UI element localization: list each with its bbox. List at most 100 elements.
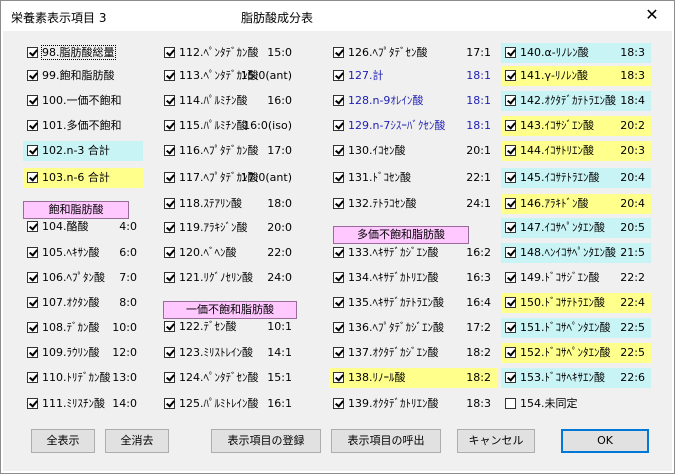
- checkbox-column4-item[interactable]: 153.ﾄﾞｺｻﾍｷｻｴﾝ酸 22:6: [501, 368, 651, 388]
- checkbox-column4-item[interactable]: 142.ｵｸﾀﾃﾞｶﾃﾄﾗｴﾝ酸 18:4: [501, 91, 651, 111]
- checkbox-column4-item[interactable]: 154.未同定: [501, 394, 651, 414]
- checkbox-column1-item[interactable]: 98.脂肪酸総量: [23, 43, 143, 63]
- checkbox-checked-icon[interactable]: [164, 371, 175, 383]
- checkbox-checked-icon[interactable]: [27, 171, 38, 183]
- checkbox-column4-item[interactable]: 148.ﾍﾝｲｺｻﾍﾟﾝﾀｴﾝ酸 21:5: [501, 243, 651, 263]
- checkbox-column4-item[interactable]: 152.ﾄﾞｺｻﾍﾟﾝﾀｴﾝ酸 22:5: [501, 343, 651, 363]
- checkbox-column3-item[interactable]: 133.ﾍｷｻﾃﾞｶｼﾞｴﾝ酸 16:2: [329, 243, 497, 263]
- checkbox-column1-item[interactable]: 99.飽和脂肪酸: [23, 66, 143, 86]
- checkbox-column2-item[interactable]: 117.ﾍﾌﾟﾀﾃﾞｶﾝ酸 17:0(ant): [160, 168, 298, 188]
- checkbox-checked-icon[interactable]: [27, 321, 38, 333]
- checkbox-column3-item[interactable]: 130.ｲｺｾﾝ酸 20:1: [329, 141, 497, 161]
- checkbox-column3-item[interactable]: 135.ﾍｷｻﾃﾞｶﾃﾄﾗｴﾝ酸 16:4: [329, 293, 497, 313]
- checkbox-checked-icon[interactable]: [27, 346, 38, 358]
- checkbox-checked-icon[interactable]: [505, 69, 516, 81]
- checkbox-checked-icon[interactable]: [505, 119, 516, 131]
- checkbox-column3-item[interactable]: 128.n-9ｵﾚｲﾝ酸 18:1: [329, 91, 497, 111]
- checkbox-checked-icon[interactable]: [505, 371, 516, 383]
- checkbox-checked-icon[interactable]: [333, 321, 344, 333]
- checkbox-checked-icon[interactable]: [164, 221, 175, 233]
- checkbox-column4-item[interactable]: 150.ﾄﾞｺｻﾃﾄﾗｴﾝ酸 22:4: [501, 293, 651, 313]
- checkbox-column2-item[interactable]: 120.ﾍﾞﾍﾝ酸 22:0: [160, 243, 298, 263]
- checkbox-checked-icon[interactable]: [333, 246, 344, 258]
- checkbox-checked-icon[interactable]: [27, 220, 38, 232]
- checkbox-checked-icon[interactable]: [333, 346, 344, 358]
- checkbox-column2-item[interactable]: 119.ｱﾗｷｼﾞﾝ酸 20:0: [160, 218, 298, 238]
- checkbox-checked-icon[interactable]: [333, 296, 344, 308]
- checkbox-column4-item[interactable]: 141.γ-ﾘﾉﾚﾝ酸 18:3: [501, 66, 651, 86]
- checkbox-column2-item[interactable]: 125.ﾊﾟﾙﾐﾄﾚｲﾝ酸 16:1: [160, 394, 298, 414]
- cancel-button[interactable]: キャンセル: [457, 429, 535, 453]
- checkbox-column4-item[interactable]: 144.ｲｺｻﾄﾘｴﾝ酸 20:3: [501, 141, 651, 161]
- checkbox-column1-item[interactable]: 101.多価不飽和: [23, 116, 143, 136]
- checkbox-column2-item[interactable]: 124.ﾍﾟﾝﾀﾃﾞｾﾝ酸 15:1: [160, 368, 298, 388]
- checkbox-checked-icon[interactable]: [27, 119, 38, 131]
- checkbox-column4-item[interactable]: 145.ｲｺｻﾃﾄﾗｴﾝ酸 20:4: [501, 168, 651, 188]
- checkbox-column1-item[interactable]: 105.ﾍｷｻﾝ酸 6:0: [23, 243, 143, 263]
- checkbox-checked-icon[interactable]: [505, 46, 516, 58]
- checkbox-column1-item[interactable]: 106.ﾍﾌﾟﾀﾝ酸 7:0: [23, 268, 143, 288]
- checkbox-checked-icon[interactable]: [333, 94, 344, 106]
- checkbox-column1-item[interactable]: 100.一価不飽和: [23, 91, 143, 111]
- checkbox-checked-icon[interactable]: [505, 346, 516, 358]
- checkbox-checked-icon[interactable]: [505, 246, 516, 258]
- checkbox-checked-icon[interactable]: [164, 46, 175, 58]
- checkbox-checked-icon[interactable]: [164, 171, 175, 183]
- checkbox-unchecked-icon[interactable]: [505, 397, 516, 409]
- show-all-button[interactable]: 全表示: [31, 429, 95, 453]
- checkbox-column1-item[interactable]: 107.ｵｸﾀﾝ酸 8:0: [23, 293, 143, 313]
- checkbox-checked-icon[interactable]: [164, 69, 175, 81]
- checkbox-checked-icon[interactable]: [333, 119, 344, 131]
- checkbox-checked-icon[interactable]: [505, 197, 516, 209]
- checkbox-column2-item[interactable]: 118.ｽﾃｱﾘﾝ酸 18:0: [160, 194, 298, 214]
- checkbox-checked-icon[interactable]: [505, 271, 516, 283]
- checkbox-column1-item[interactable]: 102.n-3 合計: [23, 141, 143, 161]
- checkbox-column3-item[interactable]: 131.ﾄﾞｺｾﾝ酸 22:1: [329, 168, 497, 188]
- checkbox-checked-icon[interactable]: [164, 144, 175, 156]
- checkbox-checked-icon[interactable]: [333, 197, 344, 209]
- checkbox-column4-item[interactable]: 151.ﾄﾞｺｻﾍﾟﾝﾀｴﾝ酸 22:5: [501, 318, 651, 338]
- checkbox-column3-item[interactable]: 132.ﾃﾄﾗｺｾﾝ酸 24:1: [329, 194, 497, 214]
- checkbox-column1-item[interactable]: 109.ﾗｳﾘﾝ酸 12:0: [23, 343, 143, 363]
- checkbox-column3-item[interactable]: 134.ﾍｷｻﾃﾞｶﾄﾘｴﾝ酸 16:3: [329, 268, 497, 288]
- checkbox-column2-item[interactable]: 113.ﾍﾟﾝﾀﾃﾞｶﾝ酸 15:0(ant): [160, 66, 298, 86]
- checkbox-checked-icon[interactable]: [333, 271, 344, 283]
- checkbox-checked-icon[interactable]: [505, 94, 516, 106]
- checkbox-checked-icon[interactable]: [27, 94, 38, 106]
- close-icon[interactable]: ✕: [644, 7, 660, 23]
- checkbox-column3-item[interactable]: 137.ｵｸﾀﾃﾞｶｼﾞｴﾝ酸 18:2: [329, 343, 497, 363]
- checkbox-checked-icon[interactable]: [164, 346, 175, 358]
- checkbox-checked-icon[interactable]: [505, 144, 516, 156]
- checkbox-column2-item[interactable]: 112.ﾍﾟﾝﾀﾃﾞｶﾝ酸 15:0: [160, 43, 298, 63]
- checkbox-column1-item[interactable]: 103.n-6 合計: [23, 168, 143, 188]
- checkbox-checked-icon[interactable]: [164, 119, 175, 131]
- checkbox-column2-item[interactable]: 114.ﾊﾟﾙﾐﾁﾝ酸 16:0: [160, 91, 298, 111]
- checkbox-column3-item[interactable]: 139.ｵｸﾀﾃﾞｶﾄﾘｴﾝ酸 18:3: [329, 394, 497, 414]
- checkbox-checked-icon[interactable]: [27, 69, 38, 81]
- checkbox-column1-item[interactable]: 111.ﾐﾘｽﾁﾝ酸 14:0: [23, 394, 143, 414]
- checkbox-checked-icon[interactable]: [505, 171, 516, 183]
- checkbox-column2-item[interactable]: 121.ﾘｸﾞﾉｾﾘﾝ酸 24:0: [160, 268, 298, 288]
- checkbox-column4-item[interactable]: 143.ｲｺｻｼﾞｴﾝ酸 20:2: [501, 116, 651, 136]
- checkbox-checked-icon[interactable]: [27, 246, 38, 258]
- checkbox-column2-item[interactable]: 115.ﾊﾟﾙﾐﾁﾝ酸 16:0(iso): [160, 116, 298, 136]
- ok-button[interactable]: OK: [561, 429, 649, 453]
- checkbox-checked-icon[interactable]: [505, 221, 516, 233]
- checkbox-checked-icon[interactable]: [164, 320, 175, 332]
- checkbox-column3-item[interactable]: 129.n-7ｼｽｰﾊﾞｸｾﾝ酸 18:1: [329, 116, 497, 136]
- checkbox-checked-icon[interactable]: [333, 69, 344, 81]
- checkbox-column2-item[interactable]: 123.ﾐﾘｽﾄﾚｲﾝ酸 14:1: [160, 343, 298, 363]
- checkbox-checked-icon[interactable]: [27, 46, 38, 58]
- checkbox-checked-icon[interactable]: [333, 46, 344, 58]
- checkbox-checked-icon[interactable]: [333, 171, 344, 183]
- checkbox-column4-item[interactable]: 140.α-ﾘﾉﾚﾝ酸 18:3: [501, 43, 651, 63]
- checkbox-column3-item[interactable]: 127.計 18:1: [329, 66, 497, 86]
- checkbox-checked-icon[interactable]: [164, 197, 175, 209]
- checkbox-checked-icon[interactable]: [333, 397, 344, 409]
- checkbox-checked-icon[interactable]: [333, 371, 344, 383]
- checkbox-checked-icon[interactable]: [505, 321, 516, 333]
- checkbox-checked-icon[interactable]: [333, 144, 344, 156]
- checkbox-column1-item[interactable]: 110.ﾄﾘﾃﾞｶﾝ酸 13:0: [23, 368, 143, 388]
- checkbox-checked-icon[interactable]: [27, 296, 38, 308]
- checkbox-checked-icon[interactable]: [164, 94, 175, 106]
